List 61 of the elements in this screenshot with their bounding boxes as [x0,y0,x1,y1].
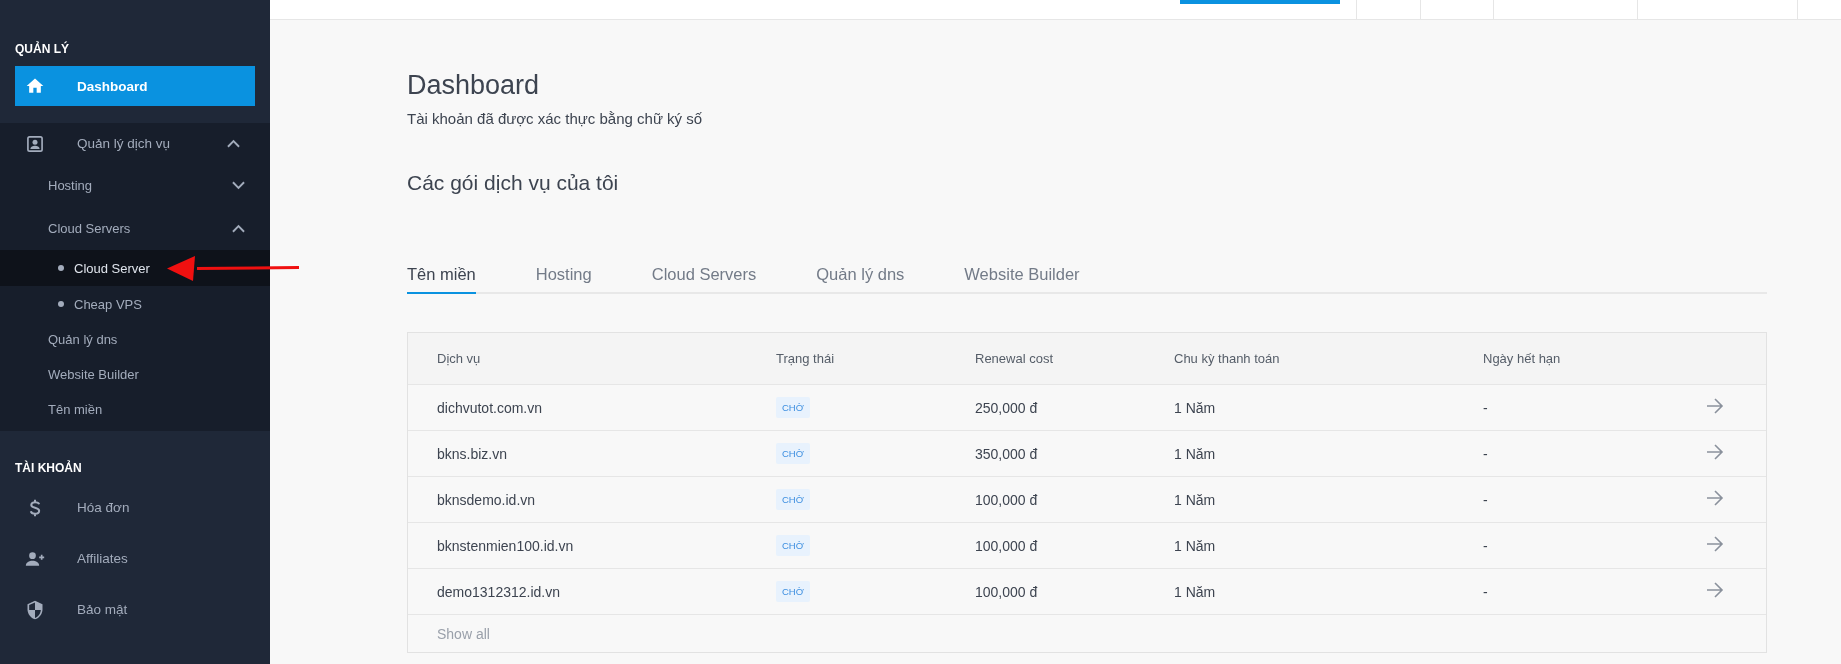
chevron-up-icon [232,224,245,233]
home-icon [25,76,45,96]
submenu-item[interactable]: Cloud Servers [0,207,270,250]
column-header: Ngày hết hạn [1483,351,1562,366]
submenu-item[interactable]: Cheap VPS [0,286,270,322]
column-header: Trạng thái [776,351,836,366]
arrow-right-icon[interactable] [1706,536,1724,552]
status-badge: CHỜ [776,581,810,602]
chevron-down-icon [232,181,245,190]
table-cell-text: bknstenmien100.id.vn [437,537,575,554]
table-cell-text: 350,000 đ [975,445,1039,462]
bullet-icon [58,301,64,307]
submenu-item[interactable]: Cloud Server [0,250,270,286]
arrow-right-icon[interactable] [1706,490,1724,506]
table-cell-text: - [1483,537,1489,554]
menu-item[interactable]: Quản lý dịch vụ [15,123,255,164]
column-header: Renewal cost [975,351,1055,366]
chevron-up-icon [227,139,240,148]
table-cell-text: 100,000 đ [975,537,1039,554]
arrow-right-icon[interactable] [1706,582,1724,598]
submenu-item[interactable]: Hosting [0,164,270,207]
table-cell-text: 1 Năm [1174,583,1217,600]
table-cell-text: 1 Năm [1174,445,1217,462]
table-cell-text: - [1483,491,1489,508]
tab[interactable]: Quản lý dns [816,265,905,294]
status-badge: CHỜ [776,489,810,510]
table-cell-text: 250,000 đ [975,399,1039,416]
section-heading: QUẢN LÝ [14,40,70,58]
arrow-right-icon[interactable] [1706,398,1724,414]
column-header: Dịch vụ [437,351,482,366]
tab[interactable]: Cloud Servers [651,265,757,294]
page-subtitle: Tài khoản đã được xác thực bằng chữ ký số [407,110,704,127]
contact-card-icon [25,133,45,154]
section-title: Các gói dịch vụ của tôi [407,171,620,195]
table-cell-text: 1 Năm [1174,491,1217,508]
table-cell-text: - [1483,583,1489,600]
tab[interactable]: Tên miền [407,265,476,294]
tab[interactable]: Website Builder [964,265,1080,294]
column-header: Chu kỳ thanh toán [1174,351,1281,366]
status-badge: CHỜ [776,397,810,418]
table-cell-text: 100,000 đ [975,583,1039,600]
section-heading: TÀI KHOẢN [14,459,83,477]
table-cell-text: 1 Năm [1174,537,1217,554]
table-cell-text: demo1312312.id.vn [437,583,561,600]
tab[interactable]: Hosting [535,265,592,294]
table-cell-text: - [1483,445,1489,462]
page-title: Dashboard [407,69,541,102]
bullet-icon [58,265,64,271]
arrow-right-icon[interactable] [1706,444,1724,460]
shield-icon [25,599,45,620]
table-cell-text: dichvutot.com.vn [437,399,544,416]
status-badge: CHỜ [776,535,810,556]
table-cell-text: bknsdemo.id.vn [437,491,537,508]
submenu-item[interactable]: Website Builder [0,357,270,392]
submenu-item[interactable]: Tên miền [0,392,270,427]
table-cell-text: 1 Năm [1174,399,1217,416]
status-badge: CHỜ [776,443,810,464]
table-cell-text: 100,000 đ [975,491,1039,508]
table-cell-text: bkns.biz.vn [437,445,509,462]
table-cell-text: - [1483,399,1489,416]
submenu-item[interactable]: Quản lý dns [0,322,270,357]
